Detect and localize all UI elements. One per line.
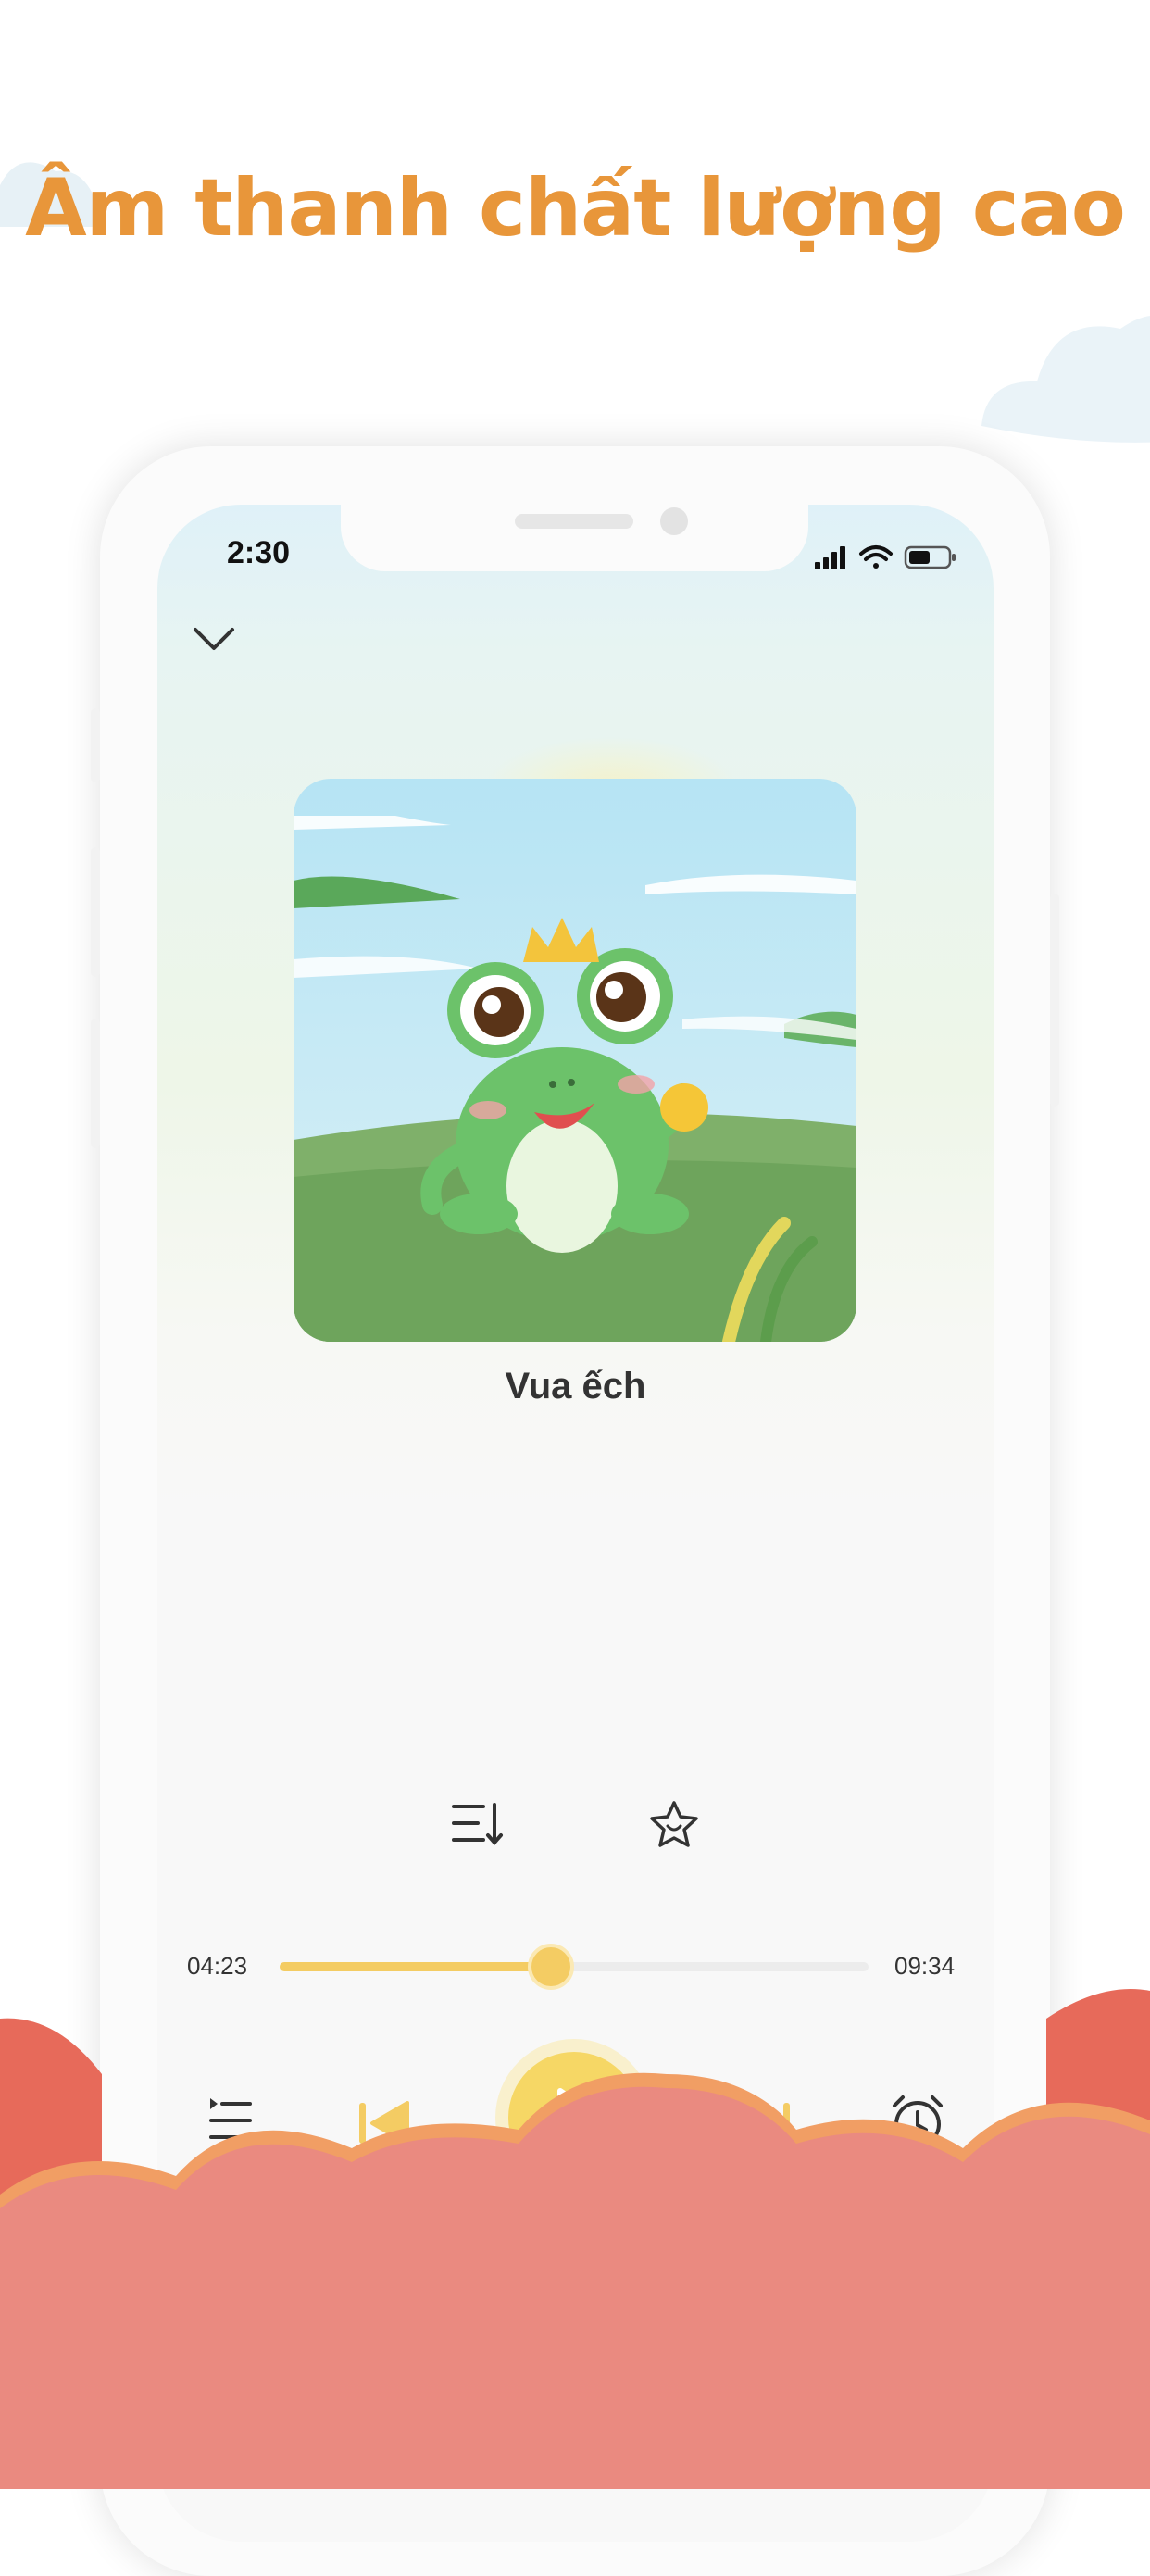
- phone-side-button: [91, 708, 100, 782]
- battery-icon: [904, 545, 956, 569]
- phone-side-button: [1050, 894, 1059, 1107]
- phone-speaker: [515, 514, 633, 529]
- phone-camera: [660, 507, 688, 535]
- phone-side-button: [91, 847, 100, 977]
- sort-list-icon[interactable]: [450, 1801, 506, 1849]
- album-cover: [294, 779, 856, 1342]
- track-title: Vua ếch: [505, 1366, 646, 1407]
- bottom-cloud-decoration: [0, 1989, 1150, 2489]
- phone-side-button: [91, 1019, 100, 1148]
- star-icon[interactable]: [648, 1799, 700, 1851]
- chevron-down-icon[interactable]: [190, 620, 238, 657]
- cloud-decoration: [981, 316, 1150, 443]
- wifi-icon: [859, 545, 893, 569]
- headline: Âm thanh chất lượng cao: [25, 162, 1126, 255]
- signal-icon: [815, 546, 845, 569]
- status-time: 2:30: [227, 535, 291, 570]
- status-icons: [815, 545, 956, 569]
